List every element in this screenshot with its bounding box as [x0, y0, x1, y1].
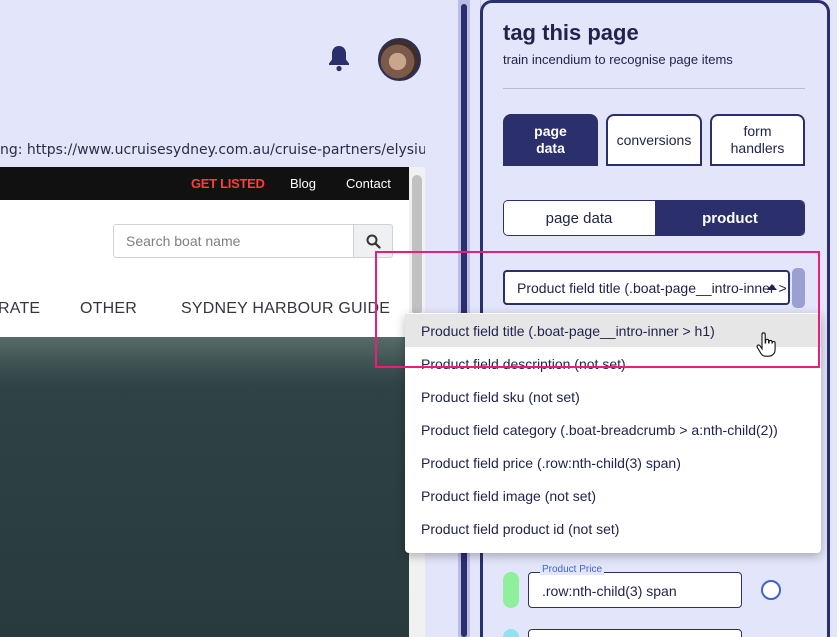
tab-label: page: [534, 123, 567, 139]
hero-image: [0, 337, 409, 637]
hero-haze: [0, 337, 409, 382]
hand-pointer-icon: [756, 332, 776, 357]
panel-subtitle: train incendium to recognise page items: [503, 52, 733, 67]
product-price-value[interactable]: .row:nth-child(3) span: [542, 583, 677, 599]
panel-title: tag this page: [503, 20, 639, 45]
product-toggle[interactable]: product: [655, 201, 804, 235]
page-url-text: ng: https://www.ucruisesydney.com.au/cru…: [0, 142, 425, 158]
dropdown-option-sku[interactable]: Product field sku (not set): [405, 380, 821, 413]
get-listed-link[interactable]: GET LISTED: [191, 176, 265, 191]
dropdown-option-image[interactable]: Product field image (not set): [405, 479, 821, 512]
tab-conversions[interactable]: conversions: [606, 114, 702, 166]
blog-link[interactable]: Blog: [290, 176, 316, 191]
product-price-label: Product Price: [540, 564, 605, 575]
tab-label: form: [743, 123, 772, 139]
select-radio[interactable]: [761, 580, 781, 600]
selection-highlight-box: [375, 251, 820, 368]
contact-link[interactable]: Contact: [346, 176, 391, 191]
nav-item-sydney-harbour-guide[interactable]: SYDNEY HARBOUR GUIDE: [181, 300, 390, 318]
site-top-bar: GET LISTED Blog Contact: [0, 167, 409, 200]
tab-form-handlers[interactable]: form handlers: [710, 114, 805, 166]
website-preview: GET LISTED Blog Contact Search boat name…: [0, 167, 409, 637]
dropdown-option-product-id[interactable]: Product field product id (not set): [405, 512, 821, 545]
tab-label: conversions: [616, 131, 692, 148]
user-avatar[interactable]: [378, 38, 421, 81]
boat-search-input[interactable]: Search boat name: [113, 224, 354, 258]
page-data-toggle[interactable]: page data: [504, 201, 654, 235]
tab-label: data: [536, 140, 565, 156]
tab-label: handlers: [730, 140, 785, 156]
dropdown-option-price[interactable]: Product field price (.row:nth-child(3) s…: [405, 446, 821, 479]
data-type-toggle: page data product: [503, 200, 805, 236]
search-icon: [366, 234, 381, 249]
dropdown-option-category[interactable]: Product field category (.boat-breadcrumb…: [405, 413, 821, 446]
bell-icon[interactable]: [326, 44, 352, 72]
nav-item-other[interactable]: OTHER: [80, 300, 137, 318]
nav-item-rate[interactable]: RATE: [0, 300, 40, 318]
next-field-input[interactable]: [528, 629, 742, 637]
panel-divider-line: [503, 88, 805, 89]
tab-page-data[interactable]: page data: [503, 114, 598, 166]
status-pill: [503, 572, 519, 608]
